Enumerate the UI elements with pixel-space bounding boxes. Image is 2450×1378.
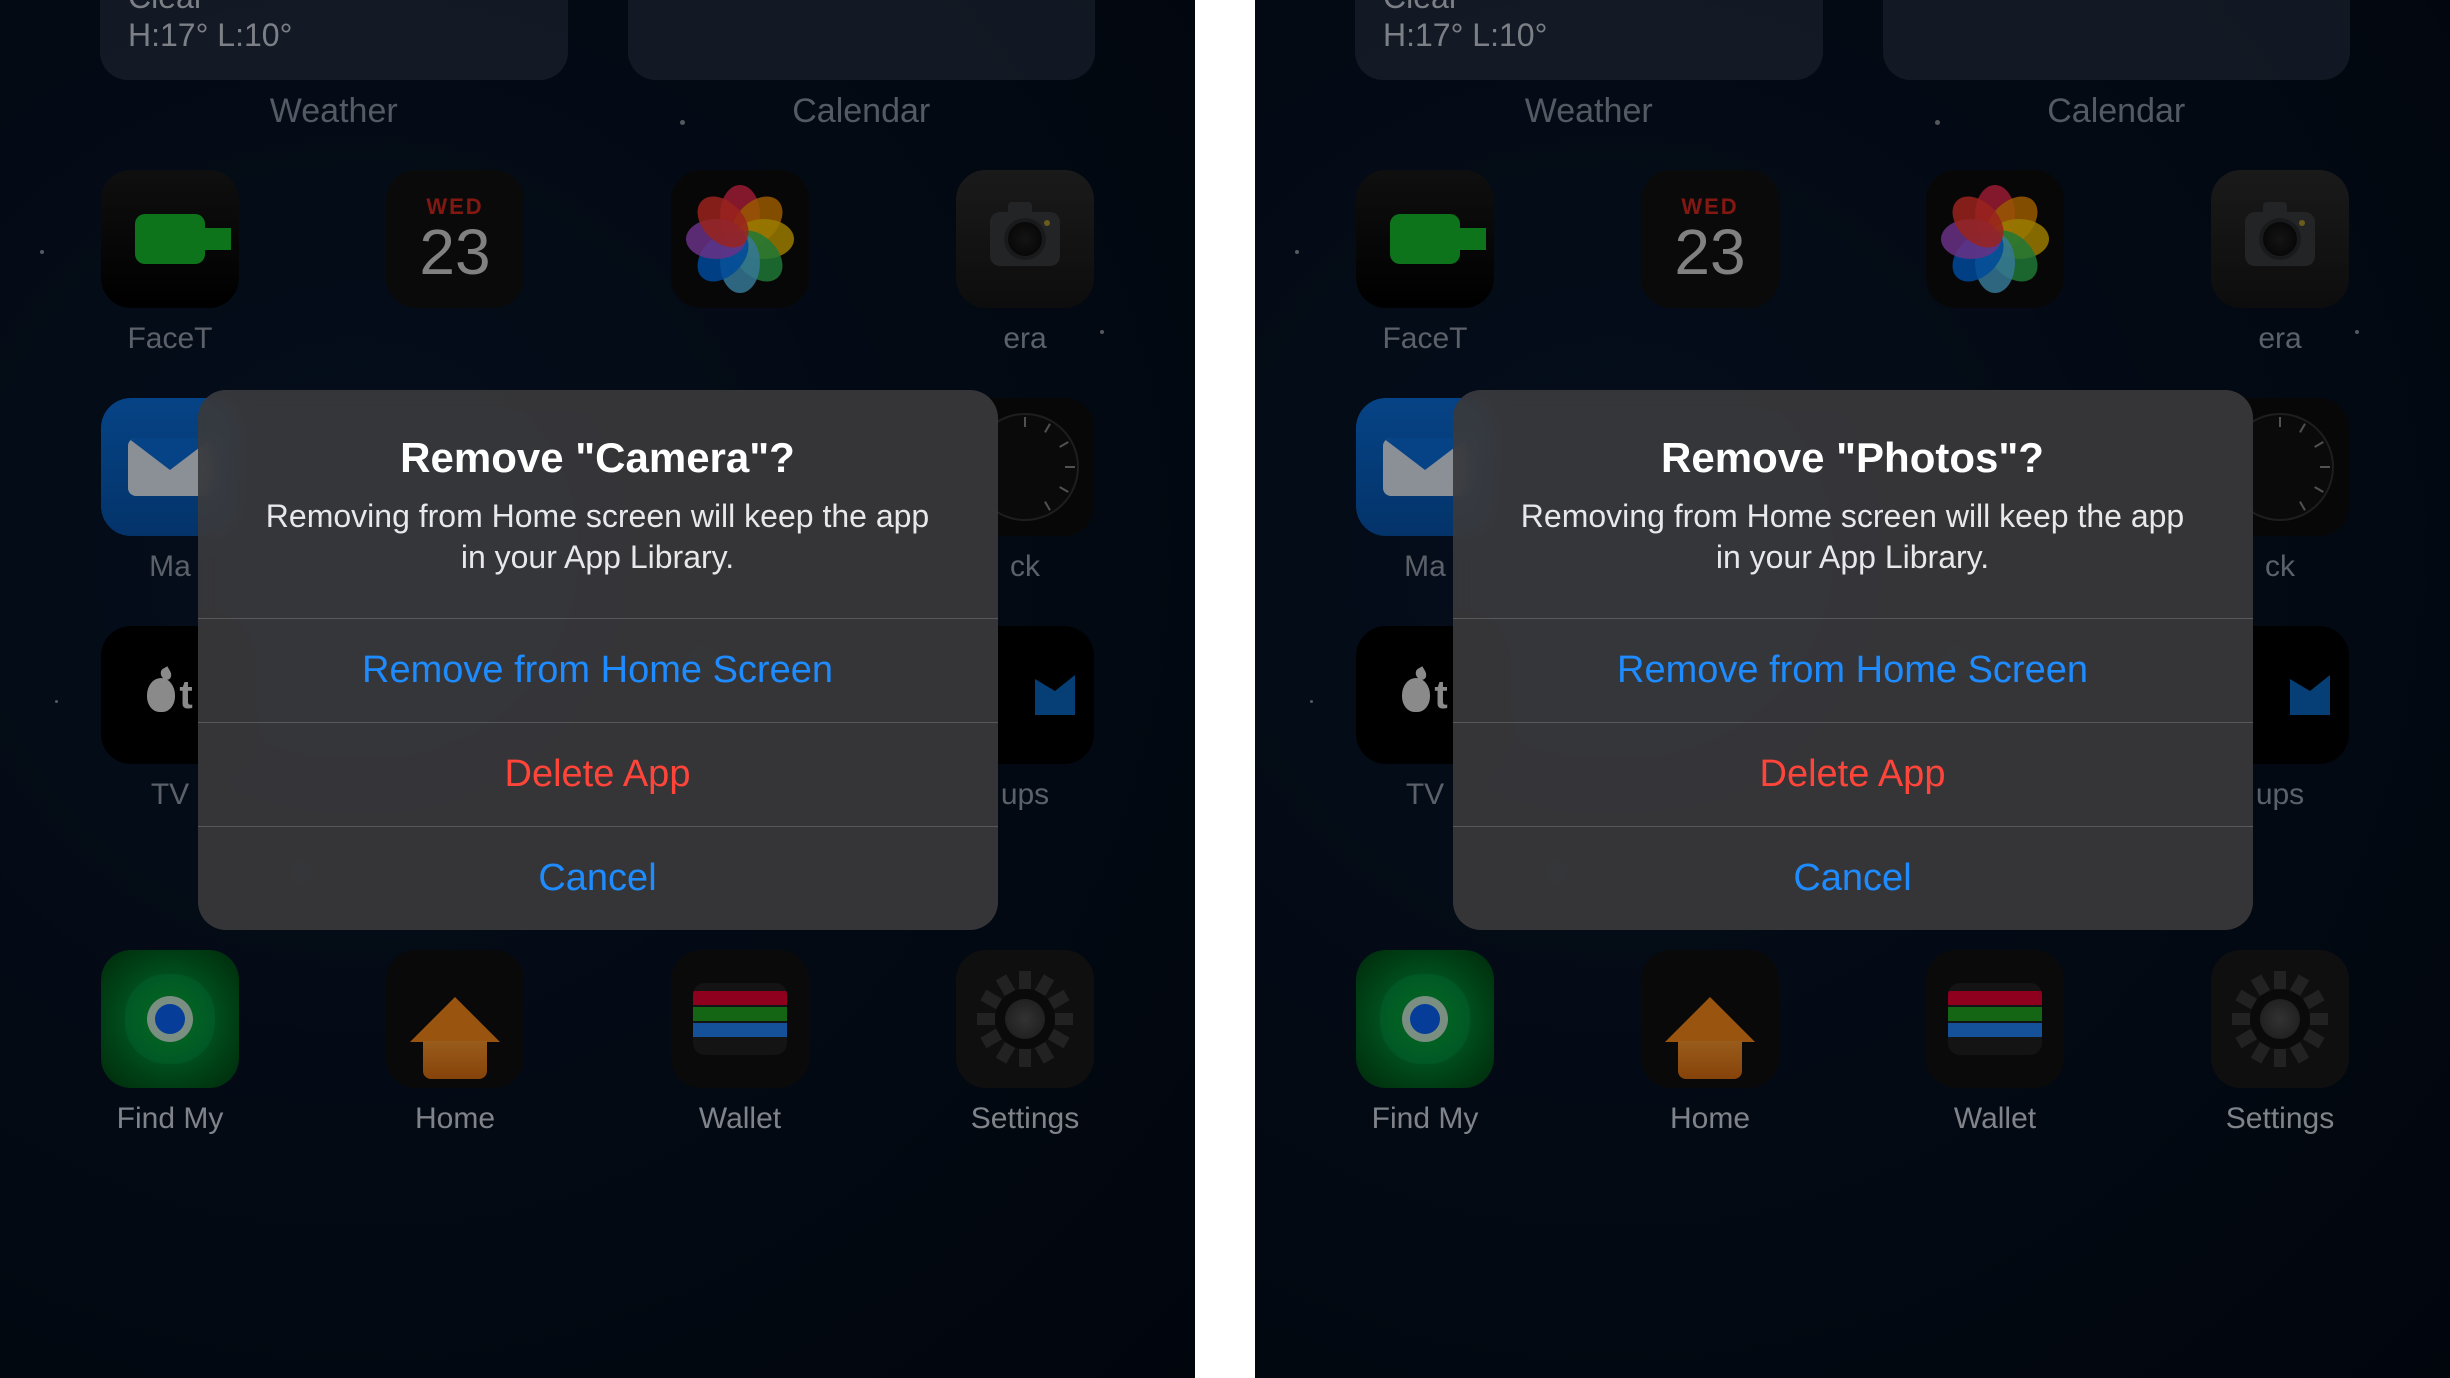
cancel-button[interactable]: Cancel: [198, 826, 998, 930]
cancel-button[interactable]: Cancel: [1453, 826, 2253, 930]
remove-app-alert: Remove "Photos"? Removing from Home scre…: [1453, 390, 2253, 930]
screenshot-left: Clear H:17° L:10° Weather Calendar FaceT…: [0, 0, 1195, 1378]
remove-app-alert: Remove "Camera"? Removing from Home scre…: [198, 390, 998, 930]
remove-from-home-button[interactable]: Remove from Home Screen: [198, 618, 998, 722]
alert-message: Removing from Home screen will keep the …: [1505, 496, 2201, 578]
alert-message: Removing from Home screen will keep the …: [250, 496, 946, 578]
remove-from-home-button[interactable]: Remove from Home Screen: [1453, 618, 2253, 722]
alert-title: Remove "Camera"?: [250, 434, 946, 482]
delete-app-button[interactable]: Delete App: [198, 722, 998, 826]
delete-app-button[interactable]: Delete App: [1453, 722, 2253, 826]
alert-title: Remove "Photos"?: [1505, 434, 2201, 482]
screenshot-right: Clear H:17° L:10° Weather Calendar FaceT…: [1255, 0, 2450, 1378]
